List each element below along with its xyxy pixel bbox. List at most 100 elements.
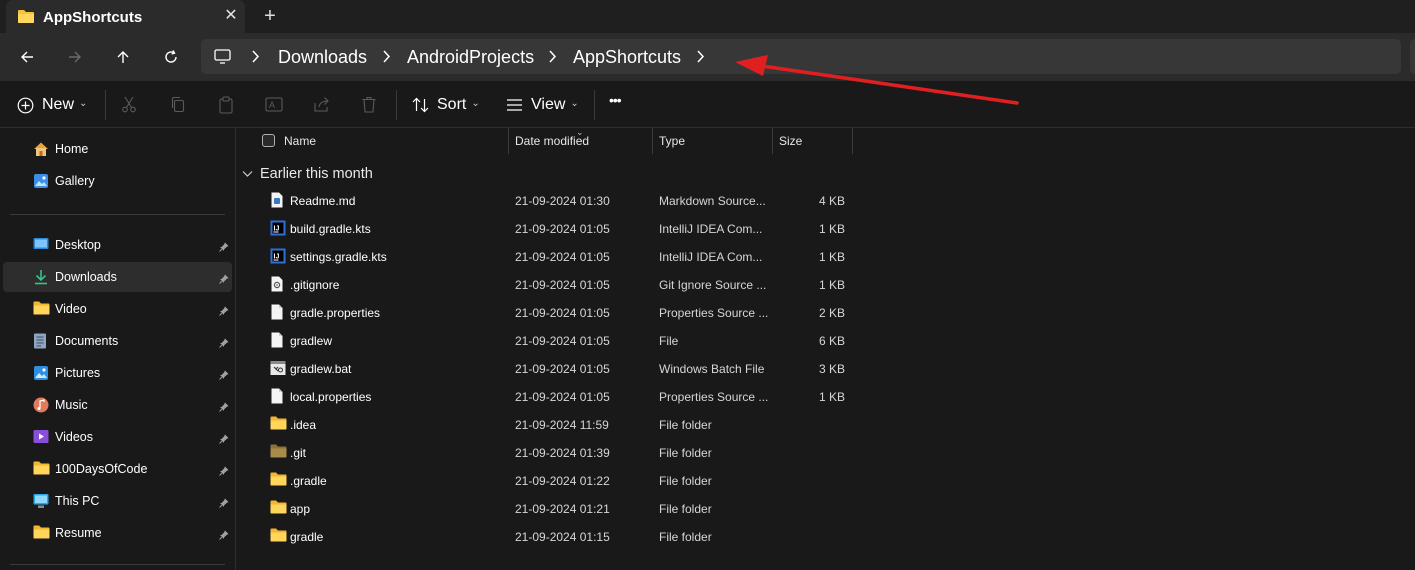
rename-icon[interactable]: A <box>265 96 283 118</box>
file-date-modified: 21-09-2024 01:05 <box>515 334 610 348</box>
file-row[interactable]: IJ build.gradle.kts 21-09-2024 01:05 Intell… <box>237 214 857 242</box>
chevron-right-icon[interactable] <box>382 50 391 68</box>
column-header-date-modified[interactable]: Date modified <box>515 134 589 148</box>
file-name: settings.gradle.kts <box>290 250 387 264</box>
column-divider[interactable] <box>652 128 653 154</box>
address-bar[interactable]: Downloads AndroidProjects AppShortcuts <box>201 39 1401 74</box>
sidebar-item-music[interactable]: Music <box>3 390 232 420</box>
tab-close-icon[interactable]: ✕ <box>220 5 242 27</box>
up-button[interactable] <box>110 44 136 70</box>
file-row[interactable]: Readme.md 21-09-2024 01:30 Markdown Source… <box>237 186 857 214</box>
tab-title: AppShortcuts <box>43 9 143 26</box>
chevron-right-icon[interactable] <box>251 50 260 68</box>
file-row[interactable]: .gradle 21-09-2024 01:22 File folder <box>237 466 857 494</box>
pin-icon[interactable] <box>219 431 229 449</box>
intellij-file-icon: IJ <box>270 220 286 241</box>
breadcrumb-downloads[interactable]: Downloads <box>278 47 367 68</box>
documents-icon <box>33 333 47 354</box>
file-size: 2 KB <box>818 306 845 320</box>
back-button[interactable] <box>14 44 40 70</box>
sort-icon <box>412 97 429 113</box>
pictures-icon <box>33 365 49 386</box>
breadcrumb-appshortcuts[interactable]: AppShortcuts <box>573 47 681 68</box>
file-type: IntelliJ IDEA Com... <box>659 250 763 264</box>
share-icon[interactable] <box>313 96 330 118</box>
file-name: app <box>290 502 311 516</box>
pin-icon[interactable] <box>219 367 229 385</box>
monitor-icon[interactable] <box>214 49 231 69</box>
new-button[interactable]: New ⌄ <box>17 93 87 117</box>
file-type: File folder <box>659 530 712 544</box>
column-header-row: Name ⌄ Date modified Type Size <box>237 127 1415 154</box>
chevron-down-icon: ⌄ <box>79 97 88 109</box>
sort-button[interactable]: Sort ⌄ <box>412 93 480 117</box>
forward-button[interactable] <box>62 44 88 70</box>
pin-icon[interactable] <box>219 527 229 545</box>
view-button[interactable]: View ⌄ <box>506 93 579 117</box>
sidebar-divider <box>10 564 225 565</box>
pin-icon[interactable] <box>219 495 229 513</box>
file-row[interactable]: .idea 21-09-2024 11:59 File folder <box>237 410 857 438</box>
file-type: Properties Source ... <box>659 390 769 404</box>
file-row[interactable]: local.properties 21-09-2024 01:05 Properti… <box>237 382 857 410</box>
sidebar-item-resume[interactable]: Resume <box>3 518 232 548</box>
file-row[interactable]: gradlew.bat 21-09-2024 01:05 Windows Batch… <box>237 354 857 382</box>
pin-icon[interactable] <box>219 335 229 353</box>
cut-icon[interactable] <box>121 96 137 118</box>
sidebar-item-desktop[interactable]: Desktop <box>3 230 232 260</box>
pin-icon[interactable] <box>219 399 229 417</box>
paste-icon[interactable] <box>218 96 234 119</box>
file-row[interactable]: IJ settings.gradle.kts 21-09-2024 01:05 Int… <box>237 242 857 270</box>
sidebar-item-documents[interactable]: Documents <box>3 326 232 356</box>
chevron-right-icon[interactable] <box>548 50 557 68</box>
column-header-size[interactable]: Size <box>779 134 802 148</box>
column-header-name[interactable]: Name <box>284 134 316 148</box>
pin-icon[interactable] <box>219 239 229 257</box>
breadcrumb-androidprojects[interactable]: AndroidProjects <box>407 47 534 68</box>
chevron-right-icon[interactable] <box>696 50 705 68</box>
sidebar-item-videos[interactable]: Videos <box>3 422 232 452</box>
sidebar-item-downloads[interactable]: Downloads <box>3 262 232 292</box>
column-divider[interactable] <box>852 128 853 154</box>
file-type: File folder <box>659 502 712 516</box>
sidebar-item-video[interactable]: Video <box>3 294 232 324</box>
file-date-modified: 21-09-2024 01:39 <box>515 446 610 460</box>
refresh-button[interactable] <box>158 44 184 70</box>
file-row[interactable]: app 21-09-2024 01:21 File folder <box>237 494 857 522</box>
sidebar-item-gallery[interactable]: Gallery <box>3 166 232 196</box>
column-divider[interactable] <box>508 128 509 154</box>
tab-appshortcuts[interactable]: AppShortcuts ✕ <box>6 0 245 33</box>
file-row[interactable]: .gitignore 21-09-2024 01:05 Git Ignore Sou… <box>237 270 857 298</box>
copy-icon[interactable] <box>170 96 186 118</box>
column-header-type[interactable]: Type <box>659 134 685 148</box>
file-row[interactable]: .git 21-09-2024 01:39 File folder <box>237 438 857 466</box>
file-row[interactable]: gradle 21-09-2024 01:15 File folder <box>237 522 857 550</box>
more-options-button[interactable]: ••• <box>609 92 622 108</box>
file-date-modified: 21-09-2024 01:05 <box>515 278 610 292</box>
column-divider[interactable] <box>772 128 773 154</box>
file-type: IntelliJ IDEA Com... <box>659 222 763 236</box>
file-row[interactable]: gradlew 21-09-2024 01:05 File 6 KB <box>237 326 857 354</box>
group-header[interactable]: Earlier this month <box>242 164 373 184</box>
folder-icon <box>270 500 287 519</box>
pin-icon[interactable] <box>219 463 229 481</box>
select-all-checkbox[interactable] <box>262 134 275 147</box>
folder-icon <box>270 416 287 435</box>
this-pc-icon <box>33 493 49 514</box>
file-date-modified: 21-09-2024 01:05 <box>515 222 610 236</box>
new-tab-button[interactable]: + <box>259 5 281 27</box>
refresh-icon <box>165 50 177 63</box>
toolbar-divider <box>396 90 397 120</box>
sidebar-item-pictures[interactable]: Pictures <box>3 358 232 388</box>
pin-icon[interactable] <box>219 303 229 321</box>
sidebar-item-home[interactable]: Home <box>3 134 232 164</box>
sidebar-item-this-pc[interactable]: This PC <box>3 486 232 516</box>
chevron-down-icon: ⌄ <box>471 97 480 109</box>
batch-file-icon <box>270 360 286 381</box>
sidebar-item-100daysofcode[interactable]: 100DaysOfCode <box>3 454 232 484</box>
pin-icon[interactable] <box>219 271 229 289</box>
search-box[interactable] <box>1410 39 1415 74</box>
toolbar-divider <box>105 90 106 120</box>
delete-icon[interactable] <box>361 96 377 118</box>
file-row[interactable]: gradle.properties 21-09-2024 01:05 Propert… <box>237 298 857 326</box>
